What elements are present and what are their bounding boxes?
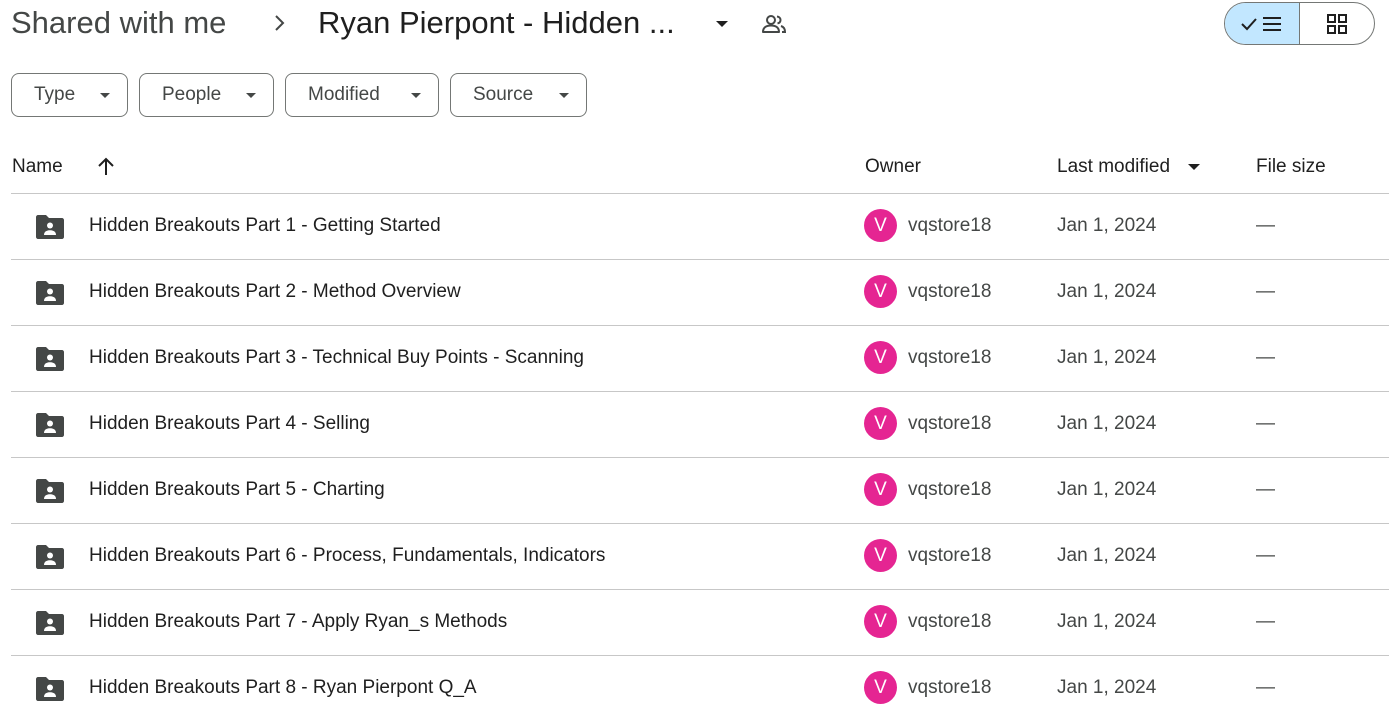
last-modified-date: Jan 1, 2024 [1057,479,1157,500]
file-size: — [1256,347,1275,368]
filter-source-chip[interactable]: Source [450,73,587,117]
shared-folder-icon [36,347,64,371]
avatar: V [864,275,897,308]
table-row[interactable]: Hidden Breakouts Part 8 - Ryan Pierpont … [11,656,1389,720]
shared-folder-icon [36,479,64,503]
owner-name: vqstore18 [908,281,992,302]
avatar: V [864,407,897,440]
column-header-file-size: File size [1256,156,1326,177]
file-name[interactable]: Hidden Breakouts Part 2 - Method Overvie… [89,280,461,304]
last-modified-date: Jan 1, 2024 [1057,215,1157,236]
file-size: — [1256,281,1275,302]
shared-folder-icon [36,281,64,305]
owner-name: vqstore18 [908,215,992,236]
avatar: V [864,209,897,242]
header: Shared with me Ryan Pierpont - Hidden ..… [0,0,1389,52]
file-name[interactable]: Hidden Breakouts Part 1 - Getting Starte… [89,214,441,238]
shared-folder-icon [36,677,64,701]
file-name[interactable]: Hidden Breakouts Part 4 - Selling [89,412,370,436]
file-size: — [1256,413,1275,434]
table-row[interactable]: Hidden Breakouts Part 1 - Getting Starte… [11,194,1389,260]
breadcrumb-current-folder[interactable]: Ryan Pierpont - Hidden ... [318,4,675,42]
column-header-owner: Owner [865,156,921,177]
file-name[interactable]: Hidden Breakouts Part 3 - Technical Buy … [89,346,584,370]
avatar: V [864,473,897,506]
filter-modified-label: Modified [308,84,380,105]
file-name[interactable]: Hidden Breakouts Part 6 - Process, Funda… [89,544,605,568]
file-size: — [1256,479,1275,500]
owner-name: vqstore18 [908,677,992,698]
last-modified-date: Jan 1, 2024 [1057,677,1157,698]
file-size: — [1256,611,1275,632]
people-icon[interactable] [760,10,788,38]
arrow-drop-down-icon [559,93,569,98]
grid-view-button[interactable] [1300,3,1374,44]
table-row[interactable]: Hidden Breakouts Part 6 - Process, Funda… [11,524,1389,590]
file-name[interactable]: Hidden Breakouts Part 5 - Charting [89,478,385,502]
file-size: — [1256,215,1275,236]
file-list: Hidden Breakouts Part 1 - Getting Starte… [11,194,1389,720]
last-modified-date: Jan 1, 2024 [1057,281,1157,302]
table-row[interactable]: Hidden Breakouts Part 4 - Selling V vqst… [11,392,1389,458]
owner-name: vqstore18 [908,611,992,632]
arrow-drop-down-icon [411,93,421,98]
column-header-last-modified[interactable]: Last modified [1057,155,1170,179]
avatar: V [864,605,897,638]
arrow-drop-down-icon[interactable] [710,12,734,36]
file-size: — [1256,677,1275,698]
avatar: V [864,671,897,704]
filter-people-label: People [162,84,222,105]
file-name[interactable]: Hidden Breakouts Part 8 - Ryan Pierpont … [89,676,477,700]
last-modified-date: Jan 1, 2024 [1057,545,1157,566]
last-modified-date: Jan 1, 2024 [1057,347,1157,368]
arrow-drop-down-icon [100,93,110,98]
last-modified-date: Jan 1, 2024 [1057,413,1157,434]
arrow-upward-icon[interactable] [94,154,118,180]
list-view-button[interactable] [1225,3,1300,44]
filter-type-chip[interactable]: Type [11,73,128,117]
owner-name: vqstore18 [908,479,992,500]
avatar: V [864,539,897,572]
check-list-icon [1241,16,1281,31]
filter-people-chip[interactable]: People [139,73,274,117]
arrow-drop-down-icon[interactable] [1187,161,1201,173]
table-row[interactable]: Hidden Breakouts Part 7 - Apply Ryan_s M… [11,590,1389,656]
shared-folder-icon [36,611,64,635]
owner-name: vqstore18 [908,413,992,434]
shared-folder-icon [36,413,64,437]
avatar: V [864,341,897,374]
owner-name: vqstore18 [908,545,992,566]
owner-name: vqstore18 [908,347,992,368]
filter-source-label: Source [473,84,534,105]
arrow-drop-down-icon [246,93,256,98]
breadcrumb-shared-with-me[interactable]: Shared with me [11,4,226,42]
filter-modified-chip[interactable]: Modified [285,73,439,117]
chevron-right-icon [275,15,285,31]
filter-type-label: Type [34,84,76,105]
column-header-name[interactable]: Name [12,155,63,179]
file-name[interactable]: Hidden Breakouts Part 7 - Apply Ryan_s M… [89,610,507,634]
last-modified-date: Jan 1, 2024 [1057,611,1157,632]
table-row[interactable]: Hidden Breakouts Part 2 - Method Overvie… [11,260,1389,326]
shared-folder-icon [36,545,64,569]
view-toggle [1224,2,1375,45]
file-size: — [1256,545,1275,566]
grid-icon [1327,13,1347,34]
table-row[interactable]: Hidden Breakouts Part 5 - Charting V vqs… [11,458,1389,524]
shared-folder-icon [36,215,64,239]
table-row[interactable]: Hidden Breakouts Part 3 - Technical Buy … [11,326,1389,392]
